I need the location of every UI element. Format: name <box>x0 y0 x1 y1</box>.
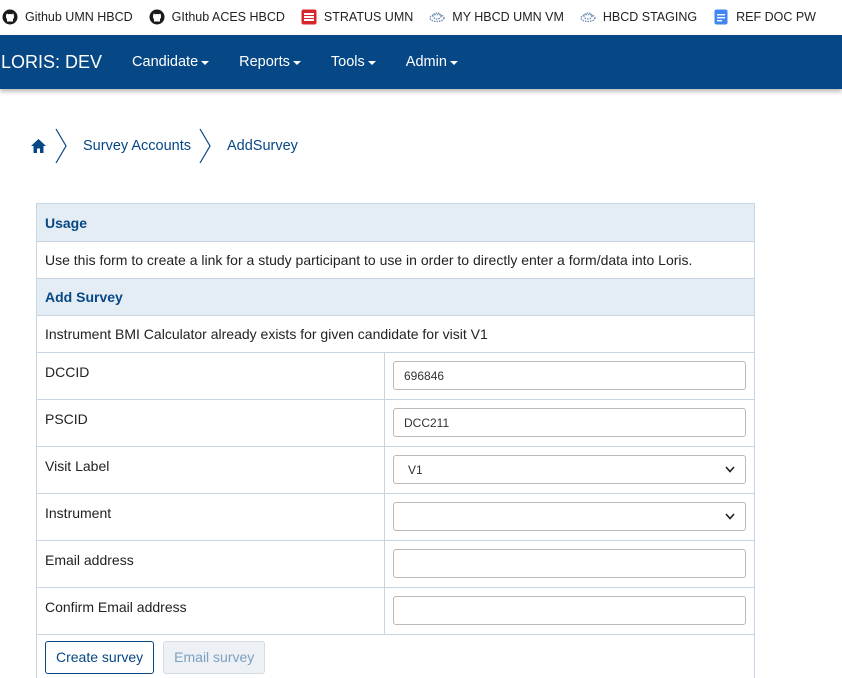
breadcrumb-separator-icon <box>55 128 67 164</box>
bookmark-github-aces-hbcd[interactable]: GIthub ACES HBCD <box>149 9 285 25</box>
bookmark-github-umn-hbcd[interactable]: Github UMN HBCD <box>2 9 133 25</box>
dccid-input[interactable]: 696846 <box>393 361 746 390</box>
usage-heading: Usage <box>37 204 754 241</box>
bookmark-ref-doc-pw[interactable]: REF DOC PW <box>713 9 816 25</box>
add-survey-heading: Add Survey <box>37 278 754 315</box>
stratus-icon <box>301 9 317 25</box>
cloud-icon <box>580 9 596 25</box>
chevron-down-icon <box>725 513 735 520</box>
confirm-email-row: Confirm Email address <box>37 587 754 634</box>
cloud-icon <box>429 9 445 25</box>
breadcrumb-separator-icon <box>199 128 211 164</box>
nav-menu-label: Reports <box>239 54 290 70</box>
breadcrumb-add-survey[interactable]: AddSurvey <box>227 138 298 154</box>
email-survey-button[interactable]: Email survey <box>163 640 266 674</box>
nav-menu-admin[interactable]: Admin <box>406 54 458 70</box>
email-row: Email address <box>37 540 754 587</box>
dccid-label: DCCID <box>37 353 385 399</box>
document-icon <box>713 9 729 25</box>
dccid-row: DCCID 696846 <box>37 352 754 399</box>
form-actions: Create survey Email survey <box>37 634 754 678</box>
chevron-down-icon <box>725 466 735 473</box>
visit-label-row: Visit Label V1 <box>37 446 754 493</box>
error-message: Instrument BMI Calculator already exists… <box>37 315 754 352</box>
confirm-email-input[interactable] <box>393 596 746 625</box>
nav-menu-label: Admin <box>405 54 447 70</box>
bookmark-label: GIthub ACES HBCD <box>171 10 285 24</box>
nav-menu-label: Candidate <box>132 54 199 70</box>
nav-menu-tools[interactable]: Tools <box>331 54 376 70</box>
email-input[interactable] <box>393 549 746 578</box>
visit-label-select[interactable]: V1 <box>393 455 746 484</box>
home-icon[interactable] <box>30 138 47 154</box>
visit-label-label: Visit Label <box>37 447 385 493</box>
nav-menu-label: Tools <box>330 54 365 70</box>
bookmark-label: MY HBCD UMN VM <box>452 10 564 24</box>
email-label: Email address <box>37 541 385 587</box>
bookmark-label: STRATUS UMN <box>323 10 414 24</box>
create-survey-button[interactable]: Create survey <box>45 640 155 674</box>
bookmark-hbcd-staging[interactable]: HBCD STAGING <box>580 9 697 25</box>
bookmark-label: Github UMN HBCD <box>25 10 133 24</box>
caret-down-icon <box>367 61 376 65</box>
brand-title[interactable]: LORIS: DEV <box>1 52 102 73</box>
nav-menu-reports[interactable]: Reports <box>239 54 301 70</box>
caret-down-icon <box>201 61 210 65</box>
confirm-email-label: Confirm Email address <box>37 588 385 634</box>
visit-label-value: V1 <box>408 462 423 477</box>
caret-down-icon <box>292 61 301 65</box>
pscid-label: PSCID <box>37 400 385 446</box>
github-icon <box>2 9 18 25</box>
pscid-row: PSCID DCC211 <box>37 399 754 446</box>
github-icon <box>149 9 165 25</box>
main-navbar: LORIS: DEV Candidate Reports Tools Admin <box>0 35 842 89</box>
nav-menu-candidate[interactable]: Candidate <box>132 54 210 70</box>
caret-down-icon <box>449 61 458 65</box>
breadcrumb: Survey Accounts AddSurvey <box>30 126 298 166</box>
bookmarks-bar: Github UMN HBCD GIthub ACES HBCD STRATUS… <box>0 0 842 34</box>
usage-text: Use this form to create a link for a stu… <box>37 241 754 278</box>
bookmark-my-hbcd-umn-vm[interactable]: MY HBCD UMN VM <box>429 9 564 25</box>
instrument-row: Instrument <box>37 493 754 540</box>
pscid-input[interactable]: DCC211 <box>393 408 746 437</box>
instrument-select[interactable] <box>393 502 746 531</box>
bookmark-label: HBCD STAGING <box>602 10 698 24</box>
instrument-label: Instrument <box>37 494 385 540</box>
bookmark-stratus-umn[interactable]: STRATUS UMN <box>301 9 413 25</box>
add-survey-panel: Usage Use this form to create a link for… <box>36 203 755 678</box>
breadcrumb-survey-accounts[interactable]: Survey Accounts <box>83 138 191 154</box>
bookmark-label: REF DOC PW <box>736 10 816 24</box>
